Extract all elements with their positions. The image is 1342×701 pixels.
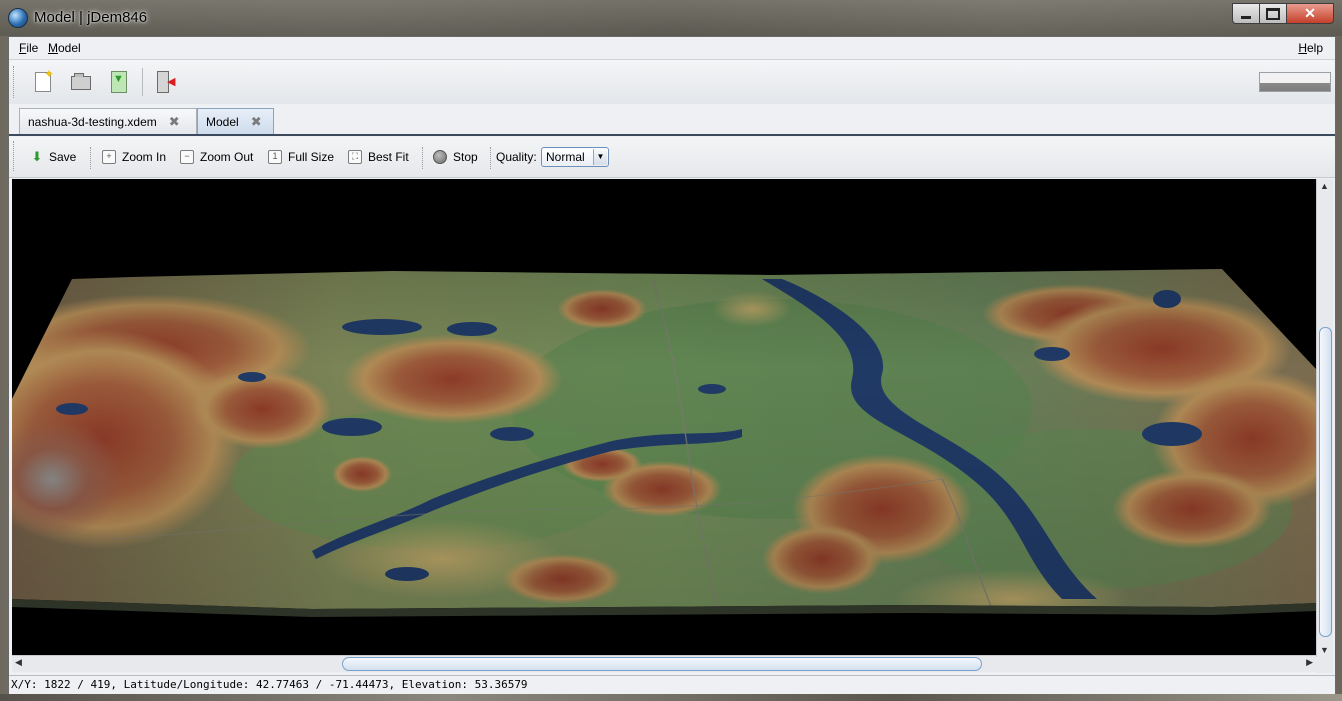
- menu-model-label: odel: [58, 41, 81, 55]
- exit-icon: [157, 71, 175, 93]
- chevron-down-icon: ▼: [593, 149, 607, 165]
- full-size-icon: 1: [268, 150, 282, 164]
- memory-monitor-preview: [1259, 72, 1331, 92]
- best-fit-icon: ⛶: [348, 150, 362, 164]
- tab-model[interactable]: Model ✖: [197, 108, 274, 134]
- status-bar: X/Y: 1822 / 419, Latitude/Longitude: 42.…: [9, 675, 1335, 693]
- menu-file[interactable]: File: [19, 41, 38, 55]
- tab-nashua-3d-testing[interactable]: nashua-3d-testing.xdem ✖: [19, 108, 197, 134]
- quality-value: Normal: [546, 150, 585, 164]
- menu-bar: File Model Help: [9, 37, 1335, 59]
- tab-label: nashua-3d-testing.xdem: [28, 114, 157, 129]
- terrain-3d-viewport[interactable]: [12, 179, 1316, 655]
- export-button[interactable]: [107, 70, 131, 94]
- maximize-icon: [1266, 7, 1280, 20]
- menu-help[interactable]: Help: [1298, 41, 1323, 55]
- toolbar-separator: [422, 147, 424, 169]
- best-fit-label: Best Fit: [368, 150, 409, 164]
- minimize-icon: [1241, 15, 1251, 19]
- vertical-scrollbar[interactable]: ▲ ▼: [1316, 179, 1333, 657]
- zoom-in-button[interactable]: + Zoom In: [102, 150, 166, 164]
- close-icon: ✕: [1304, 5, 1316, 21]
- document-tabs: nashua-3d-testing.xdem ✖ Model ✖: [9, 104, 1335, 134]
- quality-select[interactable]: Normal ▼: [541, 147, 609, 167]
- exit-button[interactable]: [154, 70, 178, 94]
- horizontal-scroll-thumb[interactable]: [342, 657, 982, 671]
- toolbar-separator: [490, 147, 492, 169]
- toolbar-separator: [142, 68, 143, 96]
- scroll-right-icon[interactable]: ▶: [1306, 657, 1313, 668]
- window-title: Model | jDem846: [34, 9, 148, 26]
- stop-label: Stop: [453, 150, 478, 164]
- toolbar-separator: [90, 147, 92, 169]
- menu-model-mnemonic: M: [48, 41, 58, 55]
- maximize-button[interactable]: [1259, 3, 1286, 24]
- toolbar-grip[interactable]: [13, 66, 17, 98]
- new-project-icon: [35, 67, 54, 92]
- open-project-icon: [71, 73, 91, 90]
- zoom-out-icon: −: [180, 150, 194, 164]
- full-size-label: Full Size: [288, 150, 335, 164]
- menu-file-label: ile: [26, 41, 39, 55]
- status-text: X/Y: 1822 / 419, Latitude/Longitude: 42.…: [11, 678, 528, 691]
- tab-label: Model: [206, 114, 239, 129]
- app-globe-icon: [8, 8, 28, 28]
- terrain-surface: [12, 269, 1316, 609]
- save-label: Save: [49, 150, 77, 164]
- menu-model[interactable]: Model: [48, 41, 81, 55]
- tab-close-icon[interactable]: ✖: [251, 114, 262, 130]
- horizontal-scrollbar[interactable]: ◀ ▶: [12, 655, 1316, 672]
- model-toolbar-grip[interactable]: [13, 141, 17, 171]
- save-icon: ⬇: [31, 149, 43, 164]
- scroll-left-icon[interactable]: ◀: [15, 657, 22, 668]
- best-fit-button[interactable]: ⛶ Best Fit: [348, 150, 409, 164]
- title-bar: Model | jDem846 ✕: [0, 0, 1342, 36]
- scroll-up-icon[interactable]: ▲: [1320, 181, 1329, 191]
- save-button[interactable]: ⬇ Save: [31, 149, 77, 164]
- scroll-down-icon[interactable]: ▼: [1320, 645, 1329, 655]
- new-project-button[interactable]: [31, 67, 55, 94]
- open-project-button[interactable]: [69, 70, 93, 94]
- scroll-corner: [1316, 657, 1333, 673]
- minimize-button[interactable]: [1232, 3, 1259, 24]
- app-client-area: File Model Help nashua-3d-testing.xdem ✖…: [8, 36, 1336, 696]
- close-window-button[interactable]: ✕: [1286, 3, 1334, 24]
- zoom-out-button[interactable]: − Zoom Out: [180, 150, 253, 164]
- stop-button[interactable]: Stop: [433, 150, 478, 164]
- zoom-in-label: Zoom In: [122, 150, 167, 164]
- model-toolbar: ⬇ Save + Zoom In − Zoom Out 1 Full Size …: [9, 137, 1335, 178]
- zoom-in-icon: +: [102, 150, 116, 164]
- quality-label: Quality:: [496, 150, 537, 164]
- export-icon: [111, 71, 127, 93]
- quality-label-wrap: Quality:: [496, 150, 537, 164]
- vertical-scroll-thumb[interactable]: [1319, 327, 1332, 637]
- tab-underline: [9, 134, 1335, 136]
- desktop-background-strip: [0, 694, 1342, 701]
- main-toolbar: [9, 59, 1335, 105]
- menu-help-mnemonic: H: [1298, 41, 1307, 55]
- tab-close-icon[interactable]: ✖: [169, 114, 180, 130]
- stop-icon: [433, 150, 447, 164]
- window-controls: ✕: [1232, 3, 1334, 24]
- full-size-button[interactable]: 1 Full Size: [268, 150, 334, 164]
- terrain-render: [12, 269, 1316, 617]
- zoom-out-label: Zoom Out: [200, 150, 254, 164]
- menu-help-label: elp: [1306, 41, 1323, 55]
